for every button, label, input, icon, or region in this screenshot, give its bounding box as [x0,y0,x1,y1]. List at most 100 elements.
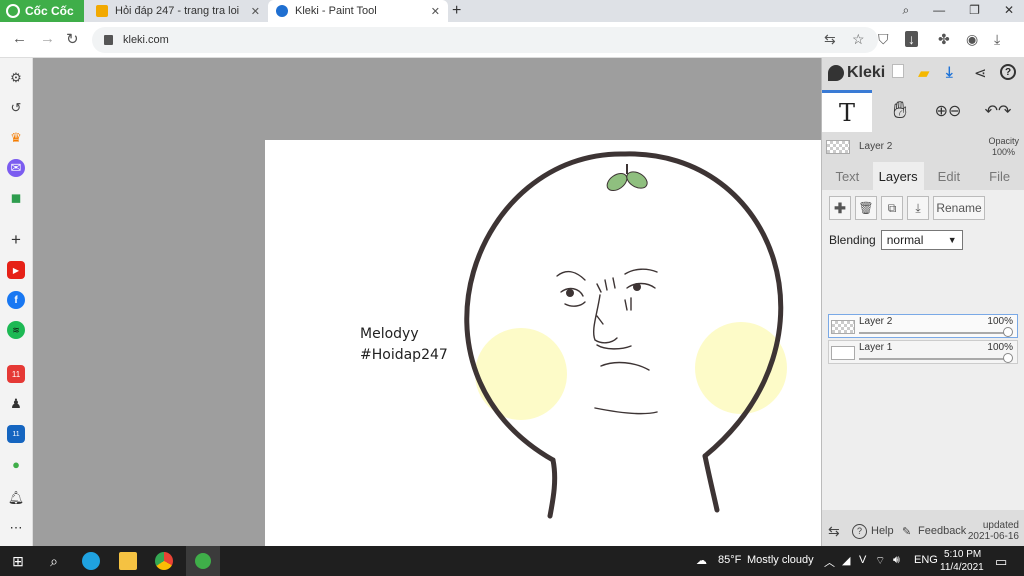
minimize-icon[interactable]: — [933,3,945,18]
share-icon[interactable]: ⋖ [974,64,987,82]
add-layer-button[interactable]: ✚ [829,196,851,220]
layer-opacity-slider[interactable] [859,358,1007,360]
delete-layer-button[interactable]: 🗑︎ [855,196,877,220]
coccoc-taskbar-button[interactable] [186,546,220,576]
close-window-icon[interactable]: ✕ [1004,3,1014,18]
opacity-slider-handle[interactable] [1003,327,1013,337]
spotify-icon[interactable]: ≋ [7,321,25,339]
help-link[interactable]: Help [871,525,894,537]
bookmark-star-icon[interactable]: ☆ [852,31,865,48]
windows-start-icon[interactable]: ⊞ [9,552,27,570]
more-icon[interactable]: ⋯ [7,519,25,537]
kleki-title: Kleki [847,64,886,81]
tab-edit[interactable]: Edit [924,162,975,190]
right-eye [633,283,641,291]
rename-layer-button[interactable]: Rename [933,196,985,220]
youtube-icon[interactable]: ▶ [7,261,25,279]
swap-sides-icon[interactable]: ⇆ [828,523,840,540]
duplicate-layer-button[interactable]: ⧉ [881,196,903,220]
crown-icon[interactable]: ♛ [7,129,25,147]
tool-row: T ✋︎ ⊕⊖ ↶↷ [822,90,1024,132]
shopping-icon[interactable]: 11 [7,365,25,383]
downloads-icon[interactable]: ⤓ [994,31,1000,48]
network-icon[interactable]: ◢ [842,554,850,567]
blending-label: Blending [829,233,876,247]
tab-title: Kleki - Paint Tool [295,5,377,17]
help-circle-icon[interactable]: ? [852,523,867,539]
drawing-paper[interactable]: Melodyy #Hoidap247 [265,140,821,546]
search-icon[interactable]: ⌕ [45,552,63,570]
back-icon[interactable]: ← [12,30,27,47]
undo-redo-icon[interactable]: ↶↷ [978,90,1018,132]
profile-icon[interactable]: ◉ [966,31,978,48]
layers-tab-body: ✚ 🗑︎ ⧉ ⤓ Rename Blending normal ▼ Layer … [822,190,1024,510]
tab-kleki[interactable]: Kleki - Paint Tool ✕ [268,0,448,22]
character-icon[interactable]: ♟ [7,395,25,413]
language-indicator[interactable]: ENG [914,554,938,566]
tab-text[interactable]: Text [822,162,873,190]
opacity-slider-handle[interactable] [1003,353,1013,363]
search-tabs-icon[interactable]: ⌕ [902,3,909,18]
opacity-value: 100% [991,147,1015,157]
weather-icon[interactable]: ☁ [696,554,707,567]
save-download-icon[interactable]: ⤓ [946,64,953,81]
layer-opacity-slider[interactable] [859,332,1007,334]
weather-desc[interactable]: Mostly cloudy [747,554,814,566]
wifi-icon[interactable]: ⌔ [875,554,885,568]
weather-temp[interactable]: 85°F [718,554,741,566]
text-tool-icon[interactable]: T [822,90,872,132]
restore-icon[interactable]: ❐ [969,3,980,18]
left-body-line [547,457,558,519]
forward-icon[interactable]: → [40,30,55,47]
clock-time[interactable]: 5:10 PM [944,549,981,560]
opacity-label: Opacity [988,136,1019,146]
edge-icon[interactable] [82,552,100,570]
reload-icon[interactable]: ↻ [66,30,79,48]
coccoc-mini-icon[interactable]: ● [7,455,25,473]
history-icon[interactable]: ↺ [7,99,25,117]
add-sidebar-item-icon[interactable]: + [7,230,25,249]
bell-icon[interactable]: 🔔︎ [7,489,25,507]
tab-layers[interactable]: Layers [872,162,924,190]
game-controller-icon[interactable]: ◼ [7,189,25,207]
open-folder-icon[interactable]: ▰ [918,64,930,82]
close-icon[interactable]: ✕ [431,5,440,18]
browser-brand[interactable]: Cốc Cốc [0,0,84,22]
extensions-icon[interactable]: ✤ [938,31,950,48]
new-tab-icon[interactable]: + [452,2,461,20]
v-app-icon[interactable]: V [859,554,866,566]
zoom-icon[interactable]: ⊕⊖ [928,90,968,132]
help-icon[interactable]: ? [1000,64,1016,80]
shield-icon[interactable]: ⛉ [878,31,889,48]
translate-icon[interactable]: ⇆ [824,31,836,48]
clock-date[interactable]: 11/4/2021 [940,562,984,573]
canvas-text-line1: Melodyy [360,326,419,342]
blending-value: normal [886,233,924,247]
file-explorer-icon[interactable] [119,552,137,570]
drawing-canvas-area[interactable]: Melodyy #Hoidap247 [33,58,821,546]
download-page-icon[interactable]: ↓ [905,31,918,47]
tab-hoidap[interactable]: Hỏi đáp 247 - trang tra loi ✕ [88,0,268,22]
tab-file[interactable]: File [974,162,1024,190]
hand-tool-icon[interactable]: ✋︎ [880,90,920,132]
address-bar[interactable]: kleki.com [92,27,878,53]
notification-icon[interactable]: ▭ [995,554,1007,570]
chrome-icon[interactable] [155,552,173,570]
merge-down-button[interactable]: ⤓ [907,196,929,220]
updated-label: updated [982,520,1019,531]
coccoc-taskbar-icon [195,553,211,569]
messenger-icon[interactable]: ✉ [7,159,25,177]
window-controls: ⌕ — ❐ ✕ [902,3,1014,18]
facebook-icon[interactable]: f [7,291,25,309]
sale-icon[interactable]: 11 [7,425,25,443]
chevron-up-icon[interactable]: ︿ [824,554,835,570]
close-icon[interactable]: ✕ [251,5,260,18]
coccoc-logo-icon [6,4,20,18]
layer-row-1[interactable]: Layer 1 100% [828,340,1018,364]
right-cheek [695,322,787,414]
volume-icon[interactable]: 🔊︎ [893,554,900,567]
blending-select[interactable]: normal ▼ [880,230,963,250]
settings-gear-icon[interactable]: ⚙ [7,69,25,87]
new-image-icon[interactable] [892,64,904,78]
layer-row-2[interactable]: Layer 2 100% [828,314,1018,338]
